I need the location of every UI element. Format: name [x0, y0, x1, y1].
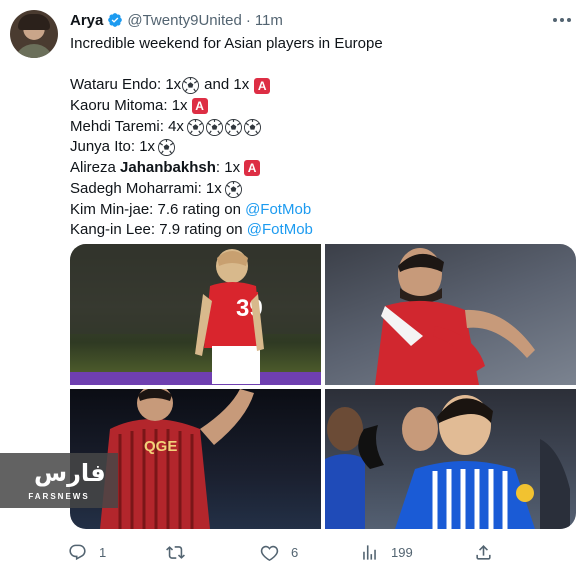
tweet-actions: 1 6 199	[66, 538, 516, 566]
soccer-ball-icon	[224, 118, 242, 136]
reply-icon	[69, 544, 86, 560]
retweet-button[interactable]	[166, 538, 197, 566]
separator-dot: ·	[245, 11, 251, 29]
tweet-line-ito: Junya Ito: 1x	[70, 137, 575, 158]
views-icon	[363, 544, 376, 560]
line-text: Kang-in Lee: 7.9 rating on	[70, 221, 247, 239]
line-text: : 1x	[215, 159, 241, 177]
svg-text:QGE: QGE	[144, 438, 177, 455]
line-text: Alireza	[70, 159, 121, 177]
author-handle[interactable]: @Twenty9United	[127, 12, 241, 29]
views-count: 199	[391, 544, 413, 560]
tweet-timestamp[interactable]: 11m	[255, 12, 283, 29]
tweet-header: Arya @Twenty9United · 11m	[70, 10, 283, 30]
line-text-bold: Jahanbakhsh	[120, 159, 216, 177]
farsnews-watermark: فارس FARSNEWS	[0, 453, 118, 508]
reply-button[interactable]: 1	[68, 538, 106, 566]
assist-icon: A	[244, 160, 261, 177]
soccer-ball-icon	[205, 118, 223, 136]
line-text: Sadegh Moharrami: 1x	[70, 179, 222, 197]
verified-badge-icon	[108, 13, 123, 27]
like-button[interactable]: 6	[260, 538, 298, 566]
watermark-text: FARSNEWS	[28, 492, 90, 501]
line-text: Wataru Endo: 1x	[70, 76, 182, 94]
photo-1[interactable]: 39	[70, 244, 321, 385]
tweet-line-jahanbakhsh: Alireza Jahanbakhsh : 1x A	[70, 158, 575, 179]
tweet-line-taremi: Mehdi Taremi: 4x	[70, 117, 575, 138]
line-text: and 1x	[204, 76, 250, 94]
soccer-ball-icon	[182, 77, 200, 95]
retweet-icon	[166, 545, 185, 559]
like-icon	[260, 545, 279, 561]
media-grid: 39 QGE	[70, 244, 576, 529]
assist-icon: A	[191, 98, 208, 115]
tweet-line-lee: Kang-in Lee: 7.9 rating on @FotMob	[70, 220, 575, 241]
fotmob-mention-link[interactable]: @FotMob	[245, 200, 311, 221]
tweet-line-text: Incredible weekend for Asian players in …	[70, 35, 383, 52]
tweet-line-mitoma: Kaoru Mitoma: 1x A	[70, 96, 575, 117]
line-text: Mehdi Taremi: 4x	[70, 117, 184, 135]
soccer-ball-icon	[243, 118, 261, 136]
soccer-ball-icon	[186, 118, 204, 136]
reply-count: 1	[99, 544, 107, 560]
tweet-line: Incredible weekend for Asian players in …	[70, 34, 575, 55]
soccer-ball-icon	[158, 139, 176, 157]
author-name[interactable]: Arya	[70, 12, 103, 29]
tweet-line-endo: Wataru Endo: 1x and 1x A	[70, 75, 575, 96]
photo-2[interactable]	[325, 244, 576, 385]
share-button[interactable]	[474, 538, 493, 566]
line-text: Kaoru Mitoma: 1x	[70, 97, 188, 115]
like-count: 6	[291, 544, 299, 560]
soccer-ball-icon	[224, 180, 242, 198]
avatar[interactable]	[10, 10, 58, 58]
watermark-logo: فارس	[34, 459, 106, 487]
more-icon[interactable]	[550, 10, 574, 30]
tweet-line-kim: Kim Min-jae: 7.6 rating on @FotMob	[70, 200, 575, 221]
views-button[interactable]: 199	[360, 538, 413, 566]
fotmob-mention-link[interactable]: @FotMob	[247, 220, 313, 241]
tweet[interactable]: Arya @Twenty9United · 11m Incredible wee…	[0, 0, 587, 572]
share-icon	[476, 544, 491, 560]
line-text: Kim Min-jae: 7.6 rating on	[70, 200, 246, 218]
photo-4[interactable]	[325, 389, 576, 529]
assist-icon: A	[254, 77, 271, 94]
line-text: Junya Ito: 1x	[70, 138, 156, 156]
tweet-text: Incredible weekend for Asian players in …	[70, 34, 575, 241]
tweet-line-moharrami: Sadegh Moharrami: 1x	[70, 179, 575, 200]
